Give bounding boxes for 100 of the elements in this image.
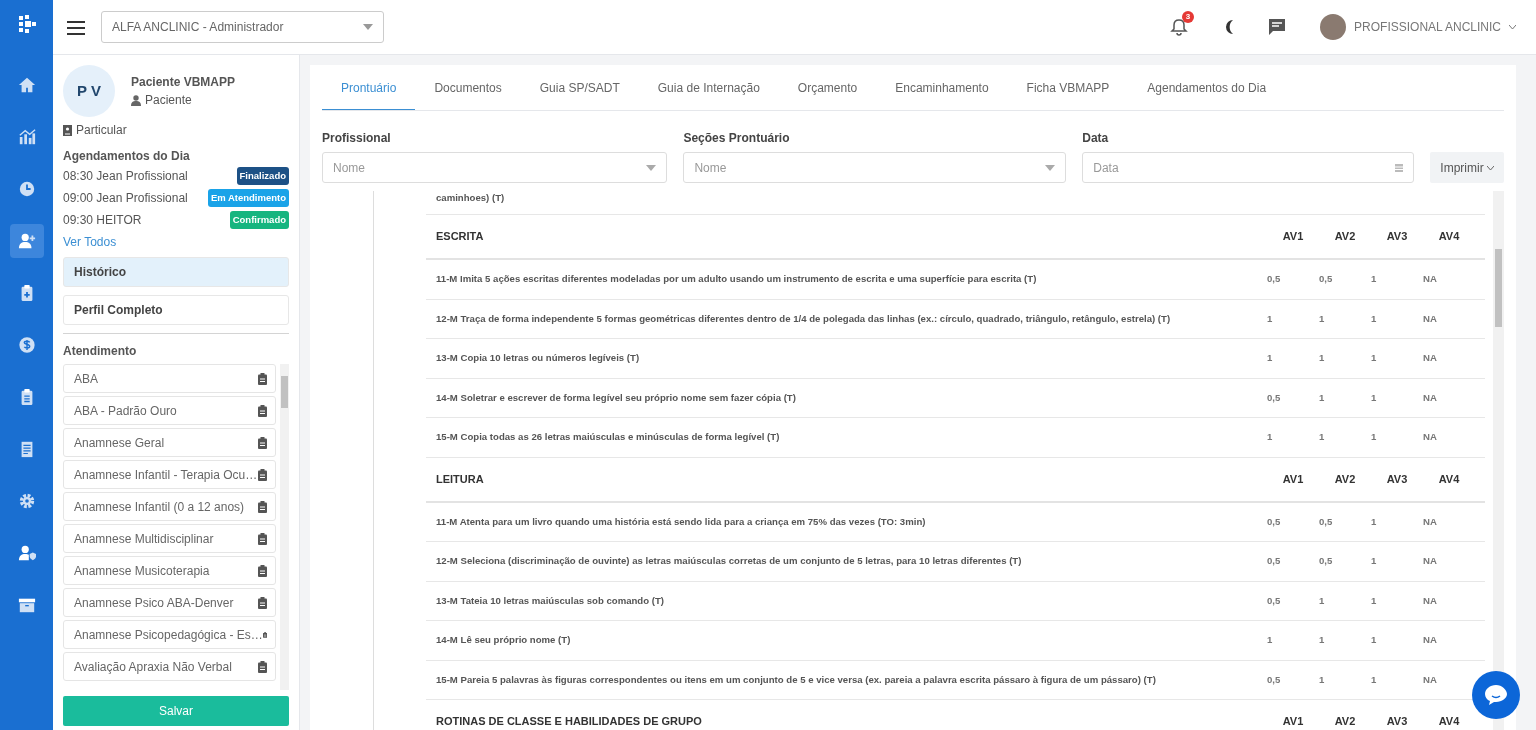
column-header: AV3 (1385, 714, 1409, 730)
form-list-item[interactable]: Anamnese Musicoterapia (63, 556, 276, 585)
column-header: AV2 (1333, 714, 1357, 730)
column-header: AV4 (1437, 471, 1461, 487)
score-cell-text: 1 (1267, 633, 1274, 648)
notification-bell-icon[interactable] (1170, 18, 1189, 36)
form-list-item[interactable]: Anamnese Geral (63, 428, 276, 457)
item-text: 14-M Soletrar e escrever de forma legível seu próprio nome sem fazer cópia (T) (436, 390, 797, 405)
form-list-item[interactable]: ABA - Padrão Ouro (63, 396, 276, 425)
patient-name: Paciente VBMAPP (131, 74, 236, 91)
score-cell-text: 1 (1371, 593, 1378, 608)
clipboard-icon[interactable] (258, 468, 267, 481)
item-text: 11-M Atenta para um livro quando uma história está sendo lida para a criança em 75% das vezes (TO: 3min) (436, 514, 927, 529)
caret-icon[interactable] (1487, 165, 1494, 171)
score-cell-text: NA (1423, 311, 1438, 326)
column-header: AV3 (1385, 471, 1409, 487)
form-list-item[interactable]: Avaliação Apraxia Não Verbal (63, 652, 276, 681)
user-avatar[interactable] (1320, 14, 1347, 40)
score-cell-text: 1 (1371, 351, 1378, 366)
tab[interactable]: Guia de Internação (638, 65, 779, 110)
clipboard-icon[interactable] (258, 564, 267, 577)
score-cell-text: NA (1423, 351, 1438, 366)
tab[interactable]: Ficha VBMAPP (1007, 65, 1129, 110)
column-header: AV1 (1281, 229, 1305, 245)
score-cell-text: 0,5 (1267, 390, 1282, 405)
column-header: AV1 (1281, 714, 1305, 730)
item-text: 15-M Copia todas as 26 letras maiúsculas e minúsculas de forma legível (T) (436, 430, 781, 445)
column-header: AV4 (1437, 714, 1461, 730)
filter-label: Data (1082, 130, 1110, 147)
tab[interactable]: Encaminhamento (876, 65, 1008, 110)
form-list-item[interactable]: Anamnese Infantil - Terapia Ocu… (63, 460, 276, 489)
score-cell-text: 1 (1319, 390, 1326, 405)
score-cell-text: NA (1423, 593, 1438, 608)
patient-menu-item[interactable]: Perfil Completo (63, 295, 289, 325)
score-cell-text: 1 (1319, 633, 1326, 648)
item-text: 14-M Lê seu próprio nome (T) (436, 633, 572, 648)
score-cell-text: 1 (1267, 351, 1274, 366)
print-button[interactable]: Imprimir (1430, 152, 1504, 183)
tab[interactable]: Prontuário (322, 65, 416, 110)
score-cell-text: 1 (1319, 351, 1326, 366)
form-list-item[interactable]: ABA (63, 364, 276, 393)
logo-icon (16, 14, 37, 34)
score-cell-text: 1 (1371, 311, 1378, 326)
score-cell-text: NA (1423, 430, 1438, 445)
column-header: AV2 (1333, 229, 1357, 245)
user-name[interactable]: PROFISSIONAL ANCLINIC (1354, 18, 1501, 36)
item-text: 13-M Copia 10 letras ou números legíveis (T) (436, 351, 641, 366)
patient-avatar: P V (63, 65, 115, 117)
score-cell-text: 0,5 (1267, 593, 1282, 608)
tab[interactable]: Guia SP/SADT (520, 65, 639, 110)
form-list-item[interactable]: Anamnese Psicopedagógica - Es… (63, 620, 276, 649)
form-list-item[interactable]: Anamnese Infantil (0 a 12 anos) (63, 492, 276, 521)
status-badge: Em Atendimento (207, 188, 289, 208)
score-cell-text: NA (1423, 633, 1438, 648)
status-badge: Finalizado (236, 166, 289, 186)
clinic-select[interactable]: ALFA ANCLINIC - Administrador (101, 11, 384, 43)
score-cell-text: 1 (1319, 430, 1326, 445)
column-header: AV1 (1281, 471, 1305, 487)
column-header: AV2 (1333, 471, 1357, 487)
appointments-title: Agendamentos do Dia (63, 148, 191, 165)
score-cell-text: 1 (1319, 672, 1326, 687)
clipboard-icon[interactable] (258, 436, 267, 449)
score-cell-text: 0,5 (1319, 514, 1334, 529)
score-cell-text: 1 (1371, 514, 1378, 529)
clipboard-icon[interactable] (258, 532, 267, 545)
item-text: 11-M Imita 5 ações escritas diferentes modeladas por um adulto usando um instrumento de escrita e uma superfície para escrita (T) (436, 272, 1038, 287)
caret-icon[interactable] (1509, 24, 1516, 30)
person-icon (131, 94, 141, 106)
tab[interactable]: Agendamentos do Dia (1128, 65, 1286, 110)
item-text: 12-M Traça de forma independente 5 formas geométricas diferentes dentro de 1/4 de polegada das linhas (ex.: círculo, quadrado, triângulo, retângulo, estrela) (T) (436, 311, 1172, 326)
form-list-item[interactable]: Anamnese Psico ABA-Denver (63, 588, 276, 617)
clipboard-icon[interactable] (258, 372, 267, 385)
insurance-label: Particular (76, 122, 127, 139)
score-cell-text: 0,5 (1267, 514, 1282, 529)
notification-count: 3 (1182, 11, 1195, 23)
score-cell-text: 1 (1371, 272, 1378, 287)
score-cell-text: 1 (1319, 311, 1326, 326)
score-cell-text: 0,5 (1319, 554, 1334, 569)
clipboard-icon[interactable] (258, 500, 267, 513)
message-icon[interactable] (1268, 18, 1287, 36)
clipboard-icon[interactable] (258, 404, 267, 417)
tab[interactable]: Orçamento (778, 65, 877, 110)
score-cell-text: 1 (1371, 633, 1378, 648)
score-cell-text: NA (1423, 554, 1438, 569)
user-add-icon[interactable] (9, 224, 44, 258)
chat-bubble-icon[interactable] (1484, 684, 1508, 706)
scrollbar-thumb[interactable] (281, 376, 288, 408)
appointment-text: 09:30 HEITOR (63, 212, 142, 229)
clipboard-icon[interactable] (258, 660, 267, 673)
column-header: AV4 (1437, 229, 1461, 245)
form-list-item[interactable]: Anamnese Multidisciplinar (63, 524, 276, 553)
clipboard-icon[interactable] (258, 596, 267, 609)
section-title: ESCRITA (436, 229, 485, 245)
dropdown-caret-icon[interactable] (363, 24, 373, 30)
scrollbar-thumb[interactable] (1495, 249, 1502, 327)
patient-role: Paciente (145, 92, 192, 109)
tab[interactable]: Documentos (415, 65, 521, 110)
score-cell-text: NA (1423, 390, 1438, 405)
see-all-link[interactable]: Ver Todos (63, 233, 289, 251)
patient-menu-item[interactable]: Histórico (63, 257, 289, 287)
